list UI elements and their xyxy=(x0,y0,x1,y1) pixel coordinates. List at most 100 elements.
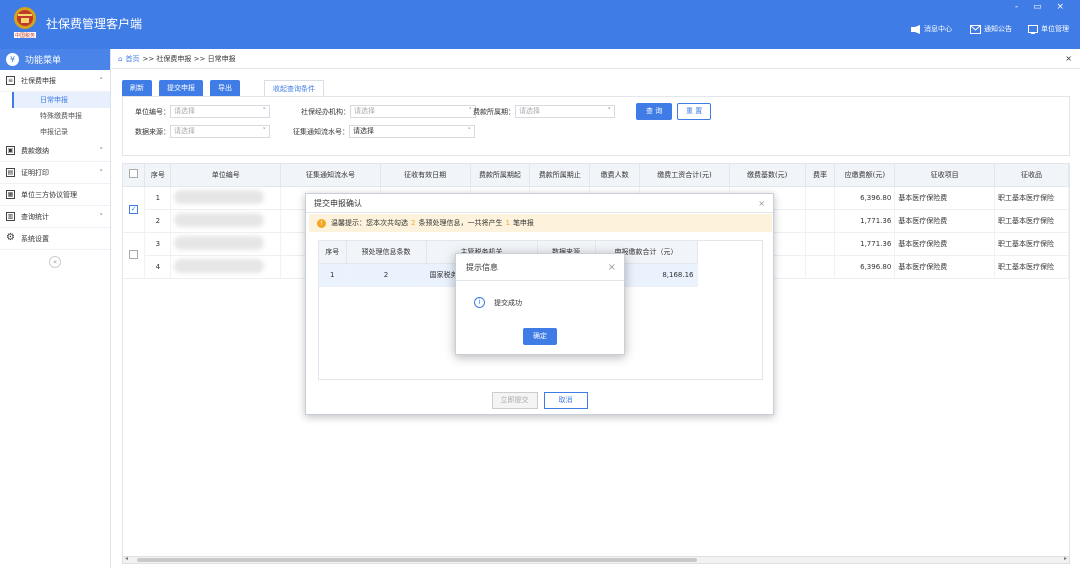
item-cell: 基本医疗保险费 xyxy=(894,186,995,210)
row-no: 2 xyxy=(144,209,172,233)
close-tab-icon[interactable]: × xyxy=(1065,54,1072,63)
warning-text-c: 笔申报 xyxy=(512,219,534,227)
placeholder: 请选择 xyxy=(353,127,374,135)
unit-no-cell xyxy=(170,255,282,279)
tip-message: 提交成功 xyxy=(494,298,522,307)
chevron-down-icon: ˅ xyxy=(262,127,267,135)
unit-no-cell xyxy=(170,209,282,233)
export-button[interactable]: 导出 xyxy=(210,80,240,97)
kind-cell: 职工基本医疗保险 xyxy=(994,255,1069,279)
sidebar-group-certificate[interactable]: ▤ 证明打印 ˅ xyxy=(0,162,110,184)
refresh-button[interactable]: 刷新 xyxy=(122,80,152,97)
item-cell: 基本医疗保险费 xyxy=(894,209,995,233)
notice-no-select[interactable]: 请选择 ˅ xyxy=(349,125,475,138)
home-icon: ⌂ xyxy=(118,54,123,63)
info-icon: i xyxy=(474,297,485,308)
scrollbar-thumb[interactable] xyxy=(137,558,697,562)
breadcrumb-home[interactable]: 首页 xyxy=(125,54,139,64)
amount-cell: 1,771.36 xyxy=(834,209,896,233)
sidebar-item-special-payment[interactable]: 特殊缴费申报 xyxy=(12,108,110,124)
filter-label: 单位编号： xyxy=(135,107,170,116)
filter-unit-no: 单位编号： 请选择 ˅ xyxy=(135,105,270,118)
sidebar-group-settings[interactable]: ⚙ 系统设置 xyxy=(0,228,110,250)
sidebar-item-declaration-records[interactable]: 申报记录 xyxy=(12,124,110,140)
sidebar-group-declaration[interactable]: ≡ 社保费申报 ˄ xyxy=(0,70,110,92)
item-cell: 基本医疗保险费 xyxy=(894,232,995,256)
tip-close-icon[interactable]: × xyxy=(608,262,616,273)
tip-title: 提示信息 xyxy=(466,262,498,272)
logo-text: 中国税务 xyxy=(15,32,35,39)
row-select-cell[interactable] xyxy=(123,232,146,279)
filter-panel: 单位编号： 请选择 ˅ 社保经办机构： 请选择 ˅ 费款所属期： 请选择 ˅ 查 询 … xyxy=(122,96,1070,156)
column-header: 征收项目 xyxy=(894,164,995,187)
redacted-value xyxy=(174,235,265,250)
placeholder: 请选择 xyxy=(354,107,375,115)
filter-source: 数据来源： 请选择 ˅ xyxy=(135,125,270,138)
menu-icon: ¥ xyxy=(6,53,19,66)
message-center-icon xyxy=(911,24,920,34)
dialog-close-icon[interactable]: × xyxy=(758,199,765,208)
warning-count-2: 1 xyxy=(505,219,510,227)
agency-select[interactable]: 请选择 ˅ xyxy=(350,105,476,118)
submit-declaration-button[interactable]: 提交申报 xyxy=(159,80,203,97)
tip-header: 提示信息 × xyxy=(456,254,624,281)
window-controls[interactable]: - ▭ × xyxy=(1015,2,1070,12)
nav-message-center[interactable]: 消息中心 xyxy=(911,24,952,34)
row-checkbox[interactable] xyxy=(129,249,139,259)
sidebar-group-label: 证明打印 xyxy=(21,168,49,177)
dialog-buttons: 立即提交 取消 xyxy=(306,392,773,409)
scroll-left-icon[interactable]: ◂ xyxy=(125,555,128,562)
scroll-right-icon[interactable]: ▸ xyxy=(1064,555,1067,562)
column-header: 征集通知流水号 xyxy=(280,164,381,187)
nav-notice[interactable]: 通知公告 xyxy=(970,24,1012,34)
sidebar-group-statistics[interactable]: ▥ 查询统计 ˅ xyxy=(0,206,110,228)
info-count-cell: 2 xyxy=(346,263,427,287)
sidebar-item-daily-declaration[interactable]: 日常申报 xyxy=(12,92,110,108)
unit-no-cell xyxy=(170,232,282,256)
chevron-down-icon: ˅ xyxy=(99,146,104,155)
notice-icon xyxy=(970,24,981,34)
dialog-header: 提交申报确认 × xyxy=(306,194,773,213)
tip-message-row: i 提交成功 xyxy=(474,297,522,308)
payment-icon: ▣ xyxy=(6,146,15,155)
unit-no-select[interactable]: 请选择 ˅ xyxy=(170,105,270,118)
chevron-down-icon: ˅ xyxy=(467,127,472,135)
nav-label: 单位管理 xyxy=(1041,25,1069,33)
filter-label: 数据来源： xyxy=(135,127,170,136)
source-select[interactable]: 请选择 ˅ xyxy=(170,125,270,138)
filter-label: 征集通知流水号： xyxy=(293,127,349,136)
select-all-checkbox[interactable] xyxy=(129,169,139,179)
query-button[interactable]: 查 询 xyxy=(636,103,673,120)
row-checkbox-checked[interactable]: ✓ xyxy=(129,204,139,214)
cancel-button[interactable]: 取消 xyxy=(543,392,588,409)
row-select-cell[interactable]: ✓ xyxy=(123,186,146,233)
reset-button[interactable]: 重 置 xyxy=(677,103,712,120)
sidebar-title: 功能菜单 xyxy=(25,56,62,66)
warning-count-1: 2 xyxy=(411,219,416,227)
column-header: 缴费工资合计(元) xyxy=(639,164,730,187)
column-header: 费率 xyxy=(805,164,836,187)
sidebar-group-payment[interactable]: ▣ 费款缴纳 ˅ xyxy=(0,140,110,162)
kind-cell: 职工基本医疗保险 xyxy=(994,186,1069,210)
period-select[interactable]: 请选择 ˅ xyxy=(515,105,615,118)
column-header: 单位编号 xyxy=(170,164,282,187)
title-bar: 中国税务 社保费管理客户端 - ▭ × 消息中心 通知公告 单位管理 xyxy=(0,0,1080,49)
chevron-down-icon: ˅ xyxy=(607,107,612,115)
sidebar-group-agreement[interactable]: ▦ 单位三方协议管理 xyxy=(0,184,110,206)
sidebar-group-label: 系统设置 xyxy=(21,234,49,243)
filter-notice-no: 征集通知流水号： 请选择 ˅ xyxy=(293,125,475,138)
confirm-button[interactable]: 确定 xyxy=(523,328,557,345)
warning-text-b: 条预处理信息，一共将产生 xyxy=(418,219,503,227)
column-header: 序号 xyxy=(319,241,347,264)
filter-label: 费款所属期： xyxy=(473,107,515,116)
amount-cell: 6,396.80 xyxy=(834,255,896,279)
sidebar-collapse-button[interactable]: « xyxy=(49,256,61,268)
chevron-down-icon: ˅ xyxy=(99,212,104,221)
row-no: 1 xyxy=(144,186,172,210)
nav-unit-management[interactable]: 单位管理 xyxy=(1028,24,1069,34)
horizontal-scrollbar[interactable]: ◂ ▸ xyxy=(122,555,1070,564)
toolbar: 刷新 提交申报 导出 xyxy=(122,80,240,97)
submit-now-button[interactable]: 立即提交 xyxy=(491,392,538,409)
collapse-filter-tab[interactable]: 收起查询条件 xyxy=(264,80,324,97)
select-all-header[interactable] xyxy=(123,164,146,187)
